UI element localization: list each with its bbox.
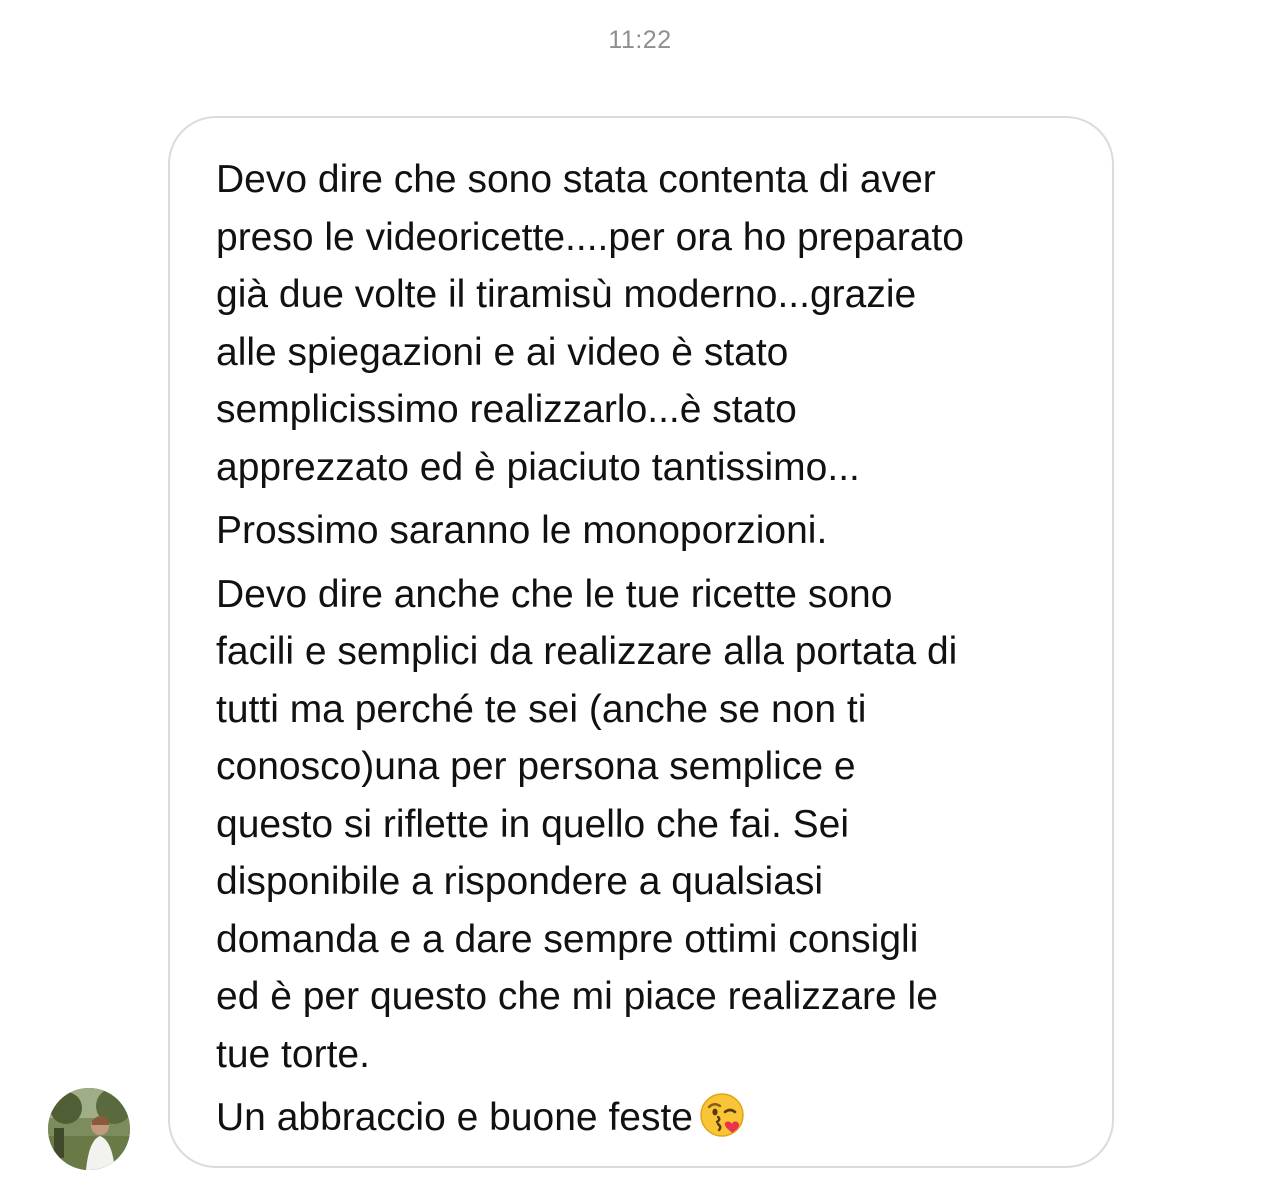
- message-line: alle spiegazioni e ai video è stato: [216, 330, 789, 374]
- message-line: questo si riflette in quello che fai. Se…: [216, 802, 850, 846]
- message-line-closing: Un abbraccio e buone feste: [216, 1089, 1072, 1155]
- message-line: ed è per questo che mi piace realizzare …: [216, 975, 938, 1018]
- message-line: disponibile a rispondere a qualsiasi: [216, 860, 824, 903]
- avatar-photo-icon: [48, 1088, 130, 1170]
- message-line: facili e semplici da realizzare alla por…: [216, 630, 958, 673]
- message-paragraph: Un abbraccio e buone feste: [216, 1089, 1072, 1155]
- message-line: Devo dire anche che le tue ricette sono: [216, 572, 893, 616]
- message-line: Prossimo saranno le monoporzioni.: [216, 509, 828, 552]
- message-line: tutti ma perché te sei (anche se non ti: [216, 687, 867, 731]
- message-paragraph: Prossimo saranno le monoporzioni.: [216, 502, 1072, 560]
- message-line: semplicissimo realizzarlo...è stato: [216, 388, 797, 431]
- message-line: apprezzato ed è piaciuto tantissimo...: [216, 445, 860, 489]
- message-line: tue torte.: [216, 1032, 370, 1076]
- message-line: già due volte il tiramisù moderno...graz…: [216, 273, 917, 316]
- message-timestamp: 11:22: [608, 26, 672, 54]
- message-line: preso le videoricette....per ora ho prep…: [216, 215, 964, 259]
- message-line: conosco)una per persona semplice e: [216, 745, 856, 788]
- message-paragraph: Devo dire anche che le tue ricette sono …: [216, 566, 1072, 1084]
- message-line: domanda e a dare sempre ottimi consigli: [216, 917, 919, 961]
- message-paragraph: Devo dire che sono stata contenta di ave…: [216, 151, 1072, 496]
- message-line: Devo dire che sono stata contenta di ave…: [216, 158, 936, 201]
- kissing-face-emoji-icon: [699, 1092, 745, 1155]
- closing-text: Un abbraccio e buone feste: [216, 1096, 693, 1139]
- sender-avatar[interactable]: [48, 1088, 130, 1170]
- message-bubble[interactable]: Devo dire che sono stata contenta di ave…: [168, 116, 1114, 1168]
